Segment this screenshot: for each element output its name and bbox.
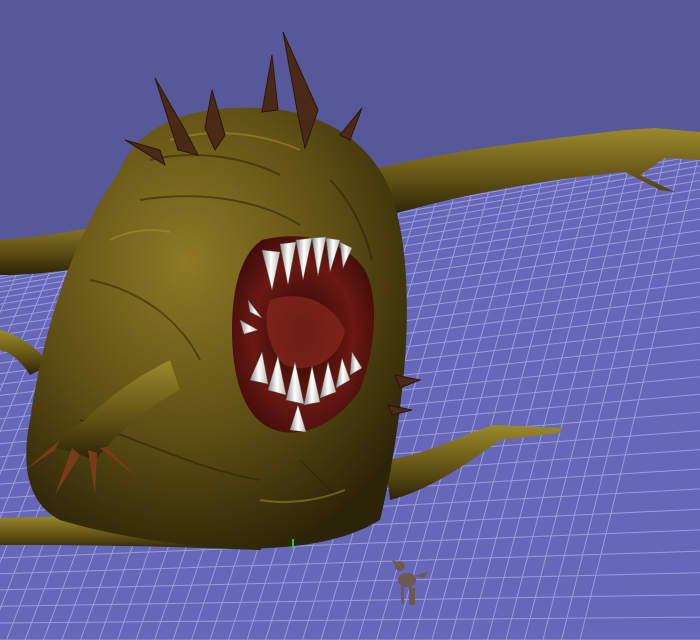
game-viewport[interactable] (0, 0, 700, 640)
scene-3d[interactable] (0, 0, 700, 640)
